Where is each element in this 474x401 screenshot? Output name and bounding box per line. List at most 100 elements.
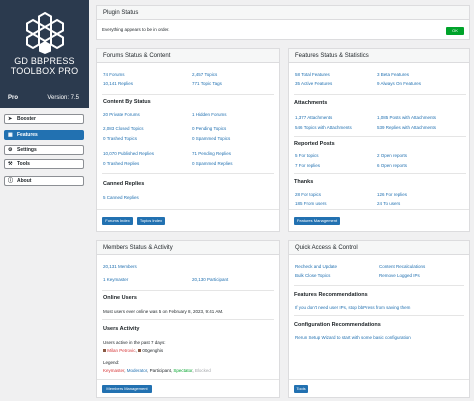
divider — [102, 290, 274, 291]
nav-tools[interactable]: ⚒ Tools — [4, 159, 84, 169]
replies-with-attachments[interactable]: 539 Replies with Attachments — [377, 125, 436, 130]
remove-ips-link[interactable]: Remove Logged IPs — [379, 273, 420, 278]
reported-reply-open[interactable]: 6 Open reports — [377, 163, 407, 168]
legend: Keymaster, Moderator, Participant, Spect… — [103, 368, 211, 373]
always-on-features[interactable]: 9 Always On Features — [377, 81, 421, 86]
bulk-close-link[interactable]: Bulk Close Topics — [295, 273, 330, 278]
panel-title: Features Status & Statistics — [289, 49, 469, 63]
panel-title: Members Status & Activity — [97, 241, 279, 255]
divider — [294, 136, 466, 137]
beta-features[interactable]: 3 Beta Features — [377, 72, 409, 77]
users-activity-heading: Users Activity — [103, 326, 140, 332]
thanks-for-topics[interactable]: 28 For topics — [295, 192, 321, 197]
edition-label: Pro — [8, 95, 19, 101]
forums-panel: Forums Status & Content 74 Forums 2,457 … — [96, 48, 280, 232]
reported-for-topics[interactable]: 5 For topics — [295, 153, 319, 158]
hidden-forums[interactable]: 1 Hidden Forums — [192, 112, 227, 117]
nav-label: Booster — [17, 116, 36, 122]
thanks-from-users[interactable]: 185 From users — [295, 201, 327, 206]
trashed-replies[interactable]: 0 Trashed Replies — [103, 161, 139, 166]
stat-topics[interactable]: 2,457 Topics — [192, 72, 217, 77]
ip-recommendation-link[interactable]: If you don't need user IPs, stop bbPress… — [295, 305, 410, 310]
version-row: Pro Version: 7.5 — [0, 92, 89, 106]
spammed-replies[interactable]: 0 Spammed Replies — [192, 161, 233, 166]
forums-index-button[interactable]: Forums Index — [102, 217, 133, 225]
legend-label: Legend: — [103, 360, 120, 365]
trashed-topics[interactable]: 0 Trashed Topics — [103, 136, 137, 141]
published-replies[interactable]: 10,070 Published Replies — [103, 151, 154, 156]
closed-topics[interactable]: 2,083 Closed Topics — [103, 126, 143, 131]
pending-topics[interactable]: 0 Pending Topics — [192, 126, 226, 131]
status-badge: OK — [446, 27, 464, 35]
setup-wizard-link[interactable]: Rerun Setup Wizard to start with some ba… — [295, 335, 411, 340]
legend-moderator: Moderator — [126, 368, 148, 373]
reported-posts-heading: Reported Posts — [294, 141, 335, 147]
active-user-link[interactable]: Milan Petrovic — [107, 348, 135, 353]
plugin-status-panel: Plugin Status Everything appears to be i… — [96, 5, 470, 40]
legend-spectator: Spectator — [173, 368, 193, 373]
thanks-to-users[interactable]: 24 To users — [377, 201, 400, 206]
nav-about[interactable]: ⓘ About — [4, 176, 84, 186]
logo-area: GD BBPRESS TOOLBOX PRO Pro Version: 7.5 — [0, 0, 89, 108]
total-features[interactable]: 58 Total Features — [295, 72, 330, 77]
legend-blocked: Blocked — [194, 368, 211, 373]
nav-label: Features — [17, 132, 38, 138]
divider — [294, 94, 466, 95]
divider — [102, 173, 274, 174]
divider — [289, 209, 469, 210]
thanks-for-replies[interactable]: 126 For replies — [377, 192, 407, 197]
private-forums[interactable]: 20 Private Forums — [103, 112, 140, 117]
thanks-heading: Thanks — [294, 179, 314, 185]
reported-topic-open[interactable]: 2 Open reports — [377, 153, 407, 158]
spammed-topics[interactable]: 0 Spammed Topics — [192, 136, 230, 141]
features-management-button[interactable]: Features Management — [294, 217, 340, 225]
panel-title: Plugin Status — [97, 6, 469, 20]
attachments-heading: Attachments — [294, 100, 328, 106]
nav-features[interactable]: ▦ Features — [4, 130, 84, 140]
divider — [97, 209, 279, 210]
reported-for-replies[interactable]: 7 For replies — [295, 163, 320, 168]
plugin-status-message: Everything appears to be in order. — [102, 27, 170, 32]
nav-settings[interactable]: ⚙ Settings — [4, 145, 84, 155]
participant-count[interactable]: 20,130 Participant — [192, 277, 228, 282]
posts-with-attachments[interactable]: 1,085 Posts with Attachments — [377, 115, 436, 120]
divider — [294, 315, 464, 316]
pending-replies[interactable]: 71 Pending Replies — [192, 151, 231, 156]
nav-label: Settings — [17, 147, 37, 153]
legend-keymaster: Keymaster — [103, 368, 125, 373]
version-label: Version: 7.5 — [47, 95, 79, 101]
canned-replies-heading: Canned Replies — [103, 181, 145, 187]
canned-replies-count[interactable]: 5 Canned Replies — [103, 195, 139, 200]
stat-replies[interactable]: 10,141 Replies — [103, 81, 133, 86]
online-users-heading: Online Users — [103, 295, 137, 301]
keymaster-count[interactable]: 1 Keymaster — [103, 277, 128, 282]
topics-with-attachments[interactable]: 546 Topics with Attachments — [295, 125, 352, 130]
users-activity-text: Users active in the past 7 days: — [103, 340, 166, 345]
wrench-icon: ⚒ — [8, 161, 13, 167]
logo-text: GD BBPRESS TOOLBOX PRO — [0, 56, 89, 76]
active-user-link[interactable]: 00genghis — [142, 348, 163, 353]
online-users-text: Most users ever online was 5 on February… — [103, 309, 224, 314]
stat-forums[interactable]: 74 Forums — [103, 72, 125, 77]
sidebar: GD BBPRESS TOOLBOX PRO Pro Version: 7.5 … — [0, 0, 89, 401]
features-panel: Features Status & Statistics 58 Total Fe… — [288, 48, 470, 232]
members-management-button[interactable]: Members Management — [102, 385, 152, 393]
members-count[interactable]: 20,131 Members — [103, 264, 137, 269]
nav-booster[interactable]: ➤ Booster — [4, 114, 84, 124]
grid-icon: ▦ — [8, 132, 13, 138]
content-recalculations-link[interactable]: Content Recalculations — [379, 264, 425, 269]
attachments-count[interactable]: 1,377 Attachments — [295, 115, 332, 120]
stat-topic-tags[interactable]: 771 Topic Tags — [192, 81, 222, 86]
hexagon-logo-icon — [26, 11, 64, 54]
members-panel: Members Status & Activity 20,131 Members… — [96, 240, 280, 398]
tools-button[interactable]: Tools — [294, 385, 308, 393]
nav-label: Tools — [17, 161, 30, 167]
topics-index-button[interactable]: Topics Index — [137, 217, 165, 225]
legend-participant: Participant — [149, 368, 171, 373]
divider — [97, 379, 279, 380]
recheck-link[interactable]: Recheck and Update — [295, 264, 337, 269]
divider — [102, 319, 274, 320]
active-features[interactable]: 35 Active Features — [295, 81, 332, 86]
rocket-icon: ➤ — [8, 116, 13, 122]
panel-title: Forums Status & Content — [97, 49, 279, 63]
